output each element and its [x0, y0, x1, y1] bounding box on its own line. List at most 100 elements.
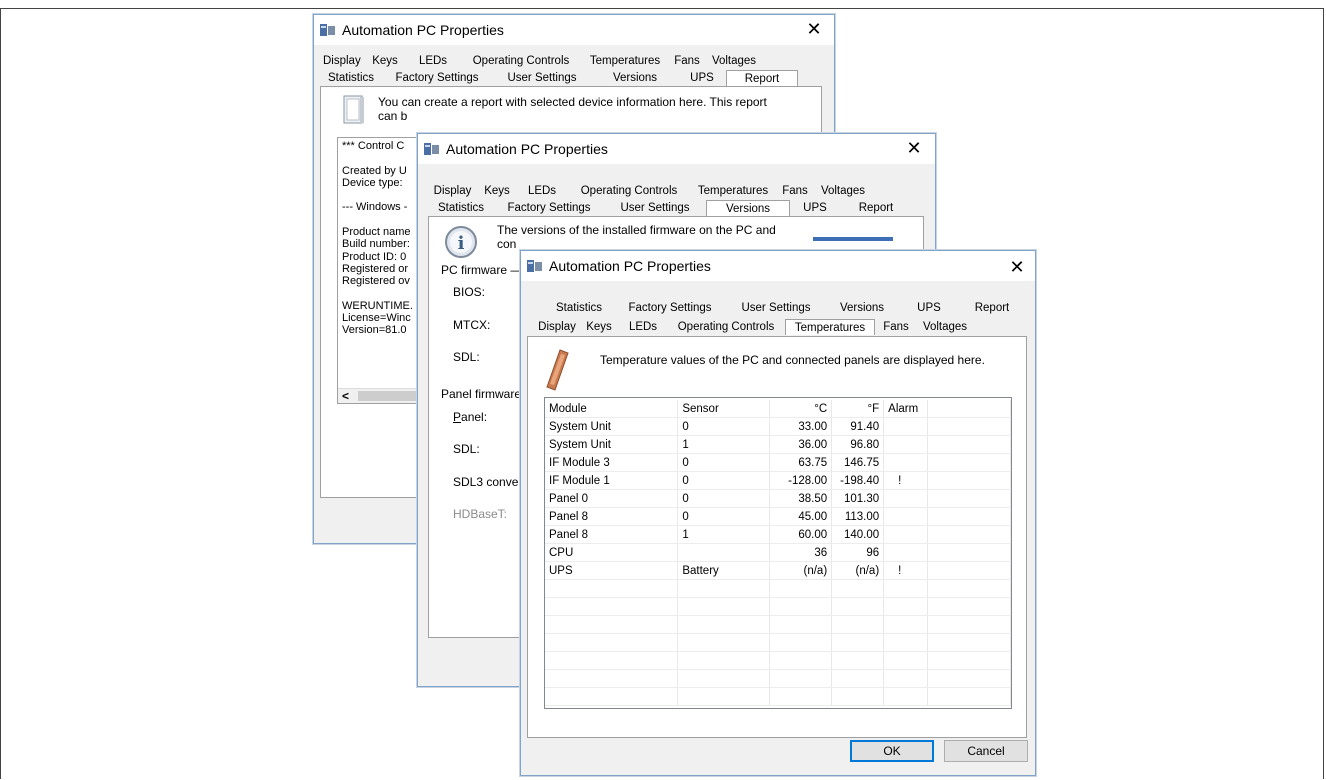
tab-report[interactable]: Report — [957, 300, 1027, 316]
fahrenheit-cell: 140.00 — [831, 525, 885, 544]
tab-factory-settings[interactable]: Factory Settings — [382, 70, 492, 86]
tab-temperatures[interactable]: Temperatures — [785, 319, 875, 335]
tab-versions[interactable]: Versions — [823, 300, 901, 316]
tab-operating-controls[interactable]: Operating Controls — [459, 53, 583, 69]
alarm-cell — [883, 489, 929, 508]
temperature-table: Module Sensor °C °F Alarm System Unit 0 33.00 91… — [545, 400, 1011, 706]
tab-keys[interactable]: Keys — [363, 53, 407, 69]
thermometer-icon — [546, 349, 569, 391]
sensor-cell: 0 — [677, 417, 771, 436]
close-icon[interactable]: ✕ — [904, 138, 924, 158]
tab-user-settings[interactable]: User Settings — [604, 200, 706, 216]
empty-cell — [883, 579, 929, 598]
table-row[interactable]: UPS Battery (n/a) (n/a)! — [545, 561, 1011, 580]
tab-factory-settings[interactable]: Factory Settings — [494, 200, 604, 216]
module-cell: System Unit — [545, 435, 679, 454]
column-header-fahrenheit[interactable]: °F — [831, 400, 885, 418]
fahrenheit-cell: -198.40 — [831, 471, 885, 490]
report-line: Created by U — [342, 164, 407, 177]
tab-factory-settings[interactable]: Factory Settings — [611, 300, 729, 316]
tab-voltages[interactable]: Voltages — [707, 53, 761, 69]
column-header-sensor[interactable]: Sensor — [677, 400, 771, 418]
sensor-cell: 0 — [677, 489, 771, 508]
tab-voltages[interactable]: Voltages — [917, 319, 973, 335]
sensor-cell — [677, 543, 771, 562]
tab-operating-controls[interactable]: Operating Controls — [667, 319, 785, 335]
empty-cell — [927, 687, 1011, 706]
title-bar: Automation PC Properties ✕ — [521, 251, 1035, 281]
module-cell: System Unit — [545, 417, 679, 436]
sensor-cell: Battery — [677, 561, 771, 580]
tab-user-settings[interactable]: User Settings — [492, 70, 592, 86]
close-icon[interactable]: ✕ — [1007, 257, 1027, 277]
table-row[interactable]: IF Module 1 0 -128.00 -198.40! — [545, 471, 1011, 490]
tab-leds[interactable]: LEDs — [517, 183, 567, 199]
empty-cell — [769, 633, 833, 652]
table-row[interactable]: System Unit 0 33.00 91.40 — [545, 417, 1011, 436]
table-row[interactable]: Panel 0 0 38.50 101.30 — [545, 489, 1011, 508]
cancel-button[interactable]: Cancel — [944, 740, 1028, 762]
tab-keys[interactable]: Keys — [477, 183, 517, 199]
tab-report[interactable]: Report — [840, 200, 912, 216]
tab-versions[interactable]: Versions — [592, 70, 678, 86]
fahrenheit-cell: 101.30 — [831, 489, 885, 508]
empty-cell — [545, 651, 679, 670]
tab-ups[interactable]: UPS — [901, 300, 957, 316]
empty-cell — [545, 669, 679, 688]
scroll-thumb[interactable] — [358, 391, 418, 401]
scroll-left-icon[interactable]: < — [342, 389, 349, 403]
close-icon[interactable]: ✕ — [804, 19, 824, 39]
celsius-cell: (n/a) — [769, 561, 833, 580]
alarm-cell — [883, 417, 929, 436]
table-row[interactable]: CPU 36 96 — [545, 543, 1011, 562]
tab-leds[interactable]: LEDs — [619, 319, 667, 335]
table-row[interactable]: System Unit 1 36.00 96.80 — [545, 435, 1011, 454]
ok-button[interactable]: OK — [850, 740, 934, 762]
celsius-cell: -128.00 — [769, 471, 833, 490]
table-row[interactable]: IF Module 3 0 63.75 146.75 — [545, 453, 1011, 472]
report-line: Registered or — [342, 262, 409, 275]
report-line: --- Windows - — [342, 201, 408, 214]
tab-report[interactable]: Report — [726, 70, 798, 86]
tab-fans[interactable]: Fans — [775, 183, 815, 199]
celsius-cell: 45.00 — [769, 507, 833, 526]
empty-cell — [831, 579, 885, 598]
table-row[interactable]: Panel 8 1 60.00 140.00 — [545, 525, 1011, 544]
empty-cell — [677, 651, 771, 670]
empty-cell — [883, 687, 929, 706]
tab-ups[interactable]: UPS — [678, 70, 726, 86]
tab-display[interactable]: Display — [535, 319, 579, 335]
temperature-table-box[interactable]: Module Sensor °C °F Alarm System Unit 0 33.00 91… — [544, 397, 1012, 709]
tab-operating-controls[interactable]: Operating Controls — [567, 183, 691, 199]
row-filler — [927, 543, 1011, 562]
tab-voltages[interactable]: Voltages — [815, 183, 871, 199]
tab-statistics[interactable]: Statistics — [320, 70, 382, 86]
fahrenheit-cell: (n/a) — [831, 561, 885, 580]
column-header-module[interactable]: Module — [545, 400, 679, 418]
tab-statistics[interactable]: Statistics — [547, 300, 611, 316]
sdl-label: SDL: — [453, 350, 480, 364]
tab-keys[interactable]: Keys — [579, 319, 619, 335]
tab-temperatures[interactable]: Temperatures — [583, 53, 667, 69]
empty-cell — [545, 687, 679, 706]
tab-versions[interactable]: Versions — [706, 200, 790, 216]
window-title: Automation PC Properties — [549, 258, 711, 274]
tab-ups[interactable]: UPS — [790, 200, 840, 216]
tab-display[interactable]: Display — [320, 53, 363, 69]
column-header-alarm[interactable]: Alarm — [883, 400, 929, 418]
alarm-cell: ! — [883, 561, 929, 580]
tab-temperatures[interactable]: Temperatures — [691, 183, 775, 199]
tab-display[interactable]: Display — [428, 183, 477, 199]
row-filler — [927, 489, 1011, 508]
tab-statistics[interactable]: Statistics — [428, 200, 494, 216]
celsius-cell: 63.75 — [769, 453, 833, 472]
tab-user-settings[interactable]: User Settings — [729, 300, 823, 316]
tab-leds[interactable]: LEDs — [407, 53, 459, 69]
tab-fans[interactable]: Fans — [667, 53, 707, 69]
empty-cell — [545, 615, 679, 634]
table-row[interactable]: Panel 8 0 45.00 113.00 — [545, 507, 1011, 526]
column-header-celsius[interactable]: °C — [769, 400, 833, 418]
empty-cell — [831, 633, 885, 652]
report-lines: *** Control C Created by U Device type: --… — [342, 140, 413, 337]
tab-fans[interactable]: Fans — [875, 319, 917, 335]
